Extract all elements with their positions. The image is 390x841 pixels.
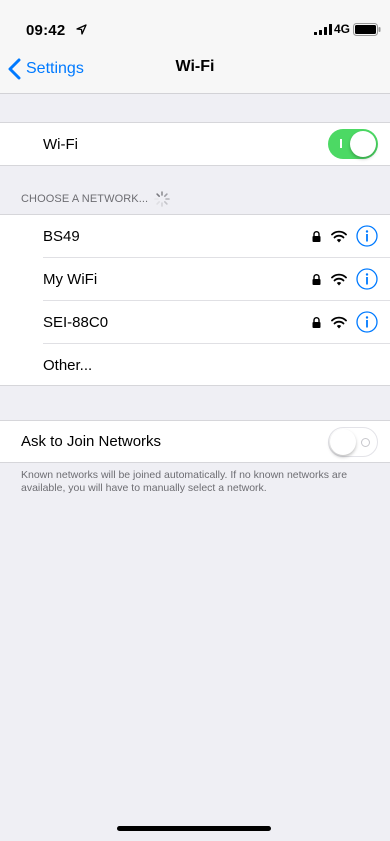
lock-icon	[312, 274, 321, 285]
wifi-icon	[331, 316, 347, 329]
wifi-icon	[331, 273, 347, 286]
network-row-bs49[interactable]: BS49	[0, 215, 390, 258]
page-title: Wi-Fi	[175, 58, 215, 75]
status-bar: 09:42 4G	[0, 0, 390, 44]
network-row-other[interactable]: Other...	[0, 344, 390, 387]
other-network-label: Other...	[43, 357, 93, 374]
lock-icon	[312, 317, 321, 328]
network-list: BS49 My WiFi SEI-88C0 Other...	[0, 214, 390, 386]
network-row-my-wifi[interactable]: My WiFi	[0, 258, 390, 301]
toggle-knob	[330, 429, 356, 455]
ask-to-join-footer: Known networks will be joined automatica…	[21, 469, 348, 494]
ask-to-join-group: Ask to Join Networks	[0, 420, 390, 463]
signal-icon	[314, 24, 332, 35]
lock-icon	[312, 231, 321, 242]
wifi-toggle-label: Wi-Fi	[43, 136, 78, 153]
home-indicator[interactable]	[117, 826, 271, 831]
toggle-on-marker	[340, 139, 342, 148]
wifi-icon	[331, 230, 347, 243]
info-icon[interactable]	[356, 268, 378, 290]
toggle-knob	[350, 131, 376, 157]
status-time: 09:42	[26, 22, 66, 39]
wifi-toggle[interactable]	[328, 129, 378, 159]
network-type: 4G	[334, 22, 351, 36]
ask-to-join-label: Ask to Join Networks	[21, 433, 162, 450]
section-header-label: CHOOSE A NETWORK...	[21, 193, 149, 205]
battery-icon	[353, 23, 381, 36]
info-icon[interactable]	[356, 311, 378, 333]
network-name: BS49	[43, 228, 80, 245]
spinner-icon	[154, 191, 171, 207]
info-icon[interactable]	[356, 225, 378, 247]
choose-network-header: CHOOSE A NETWORK...	[21, 190, 171, 208]
location-arrow-icon	[76, 24, 87, 35]
toggle-off-marker	[361, 438, 370, 447]
network-name: SEI-88C0	[43, 314, 109, 331]
network-name: My WiFi	[43, 271, 98, 288]
wifi-toggle-group: Wi-Fi	[0, 122, 390, 166]
ask-to-join-toggle[interactable]	[328, 427, 378, 457]
network-row-sei-88c0[interactable]: SEI-88C0	[0, 301, 390, 344]
